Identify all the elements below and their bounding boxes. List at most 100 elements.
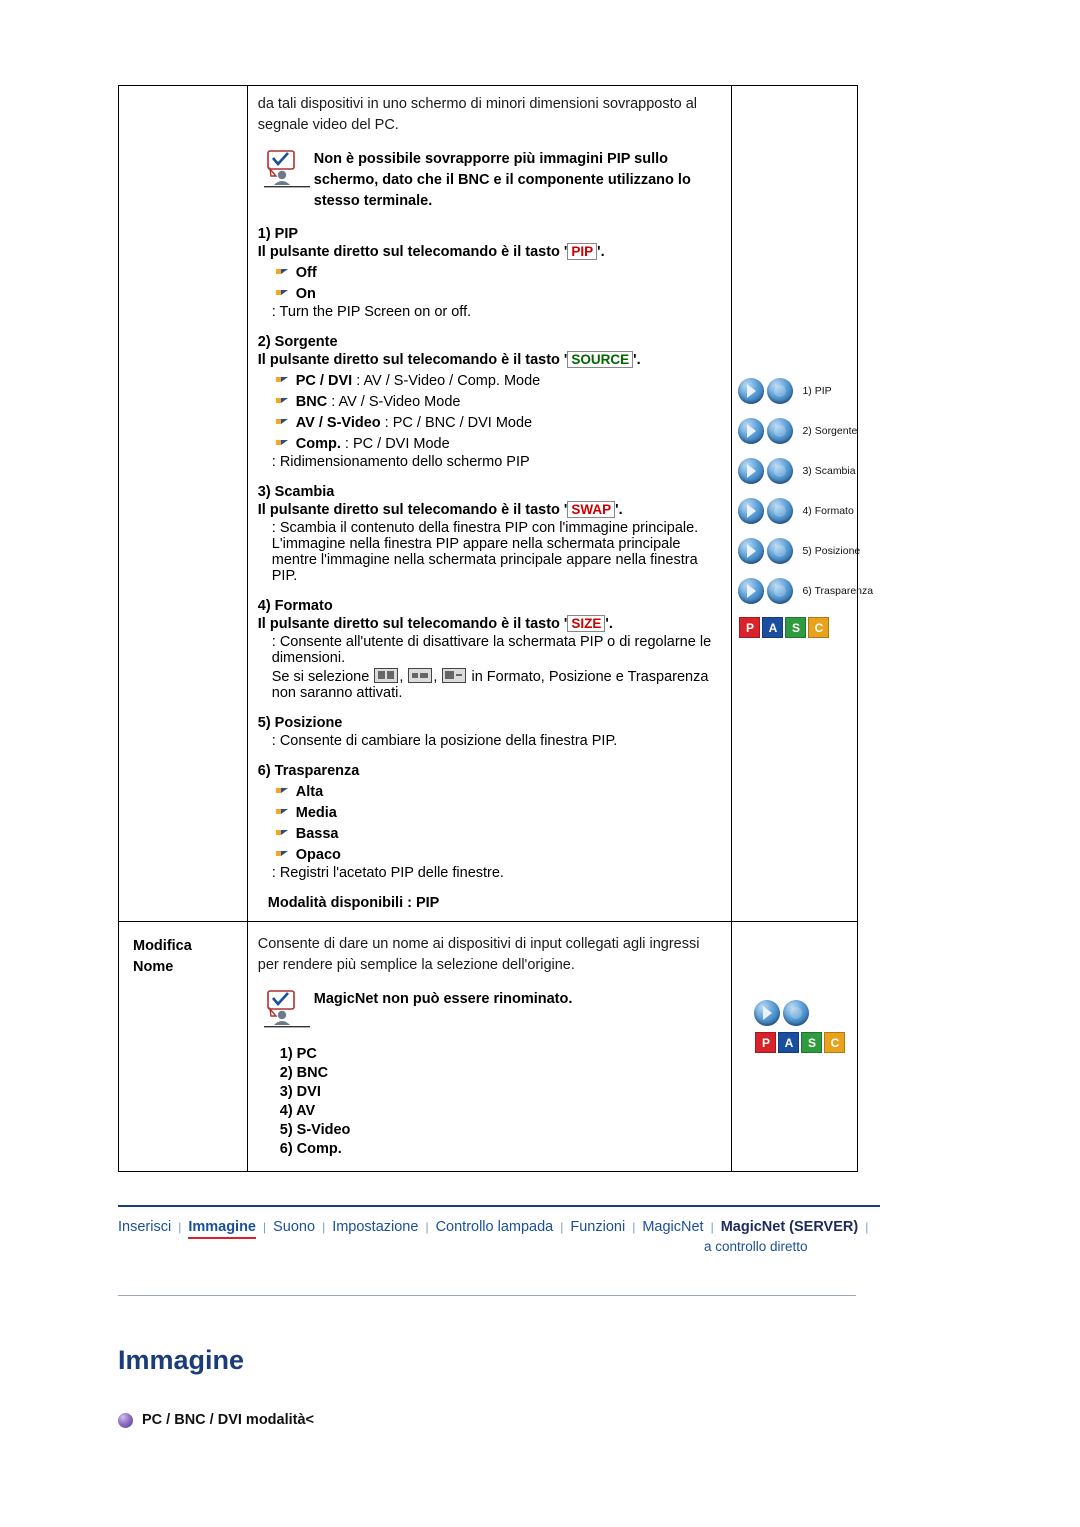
section-divider <box>118 1295 856 1296</box>
input-item-svideo: 5) S-Video <box>279 1122 351 1139</box>
sorgente-opt-label: BNC <box>295 394 328 411</box>
input-item-pc: 1) PC <box>279 1046 317 1063</box>
pip-option-off: Off <box>295 265 317 282</box>
nav-separator: | <box>425 1220 429 1234</box>
nav-separator: | <box>710 1220 714 1234</box>
arrow-bullet-icon <box>275 377 289 388</box>
osd-label: 4) Formato <box>802 505 854 517</box>
trasparenza-opt-media: Media <box>295 805 337 822</box>
sorgente-opt-text: : PC / BNC / DVI Mode <box>380 415 533 432</box>
nav-item-inserisci[interactable]: Inserisci <box>118 1219 171 1235</box>
pasc-s: S <box>801 1032 823 1054</box>
osd-play-orb-icon <box>738 458 765 484</box>
osd-play-orb-icon <box>738 578 765 604</box>
pip-direct-post: '. <box>597 244 605 261</box>
trasparenza-description: : Registri l'acetato PIP delle finestre. <box>271 865 504 882</box>
section-pip-heading: 1) PIP <box>257 226 299 243</box>
osd-orb-icon <box>783 1000 810 1027</box>
nav-items: Inserisci | Immagine | Suono | Impostazi… <box>118 1219 875 1239</box>
row-label-modifica-nome: Modifica Nome <box>119 922 247 978</box>
settings-table: da tali dispositivi in uno schermo di mi… <box>118 84 873 1173</box>
osd-orb-icon <box>767 418 794 444</box>
source-key-badge: SOURCE <box>567 351 634 369</box>
row-image-cell-pip: 1) PIP 2) Sorgente 3) Scambia 4) Formato… <box>731 84 873 923</box>
nav-separator: | <box>322 1220 326 1234</box>
osd-orb-icon <box>767 578 794 604</box>
section-sorgente-direct: Il pulsante diretto sul telecomando è il… <box>258 351 722 369</box>
osd-orb-icon <box>767 378 794 404</box>
nav-item-controllo-lampada[interactable]: Controllo lampada <box>436 1219 554 1235</box>
bullet-sphere-icon <box>118 1412 133 1428</box>
section-sorgente-heading: 2) Sorgente <box>257 334 338 351</box>
nav-separator: | <box>263 1220 267 1234</box>
pasc-p: P <box>755 1032 777 1054</box>
sorgente-opt-text: : PC / DVI Mode <box>340 436 450 453</box>
section-posizione-heading: 5) Posizione <box>257 715 343 732</box>
nav-divider <box>118 1205 880 1207</box>
osd-label: 3) Scambia <box>802 465 856 477</box>
list-item: Comp. : PC / DVI Mode <box>275 436 722 453</box>
formato-desc2-pre: Se si selezione <box>271 669 370 686</box>
nav-item-magicnet-server[interactable]: MagicNet (SERVER) <box>721 1219 859 1235</box>
scambia-direct-post: '. <box>615 502 623 519</box>
label-line-1: Modifica <box>133 938 192 955</box>
row-body-cell-modifica-nome: Consente di dare un nome ai dispositivi … <box>246 921 733 1173</box>
pasc-badge-group: P A S C <box>755 1032 847 1054</box>
pip-size-small-icon <box>442 668 467 684</box>
nav-separator: | <box>178 1220 182 1234</box>
nav-separator: | <box>865 1220 869 1234</box>
row-body-cell-pip: da tali dispositivi in uno schermo di mi… <box>246 84 733 923</box>
nav-item-funzioni[interactable]: Funzioni <box>570 1219 625 1235</box>
available-modes-text: Modalità disponibili : PIP <box>267 895 440 912</box>
scambia-description: : Scambia il contenuto della finestra PI… <box>271 520 699 585</box>
label-line-2: Nome <box>133 959 174 976</box>
pip-direct-pre: Il pulsante diretto sul telecomando è il… <box>257 244 568 261</box>
nav-item-impostazione[interactable]: Impostazione <box>332 1219 418 1235</box>
osd-play-orb-icon <box>754 1000 781 1027</box>
section-pip-direct: Il pulsante diretto sul telecomando è il… <box>257 243 722 261</box>
pasc-c: C <box>824 1032 846 1054</box>
formato-description-2: Se si selezione , , in Formato, Posizion… <box>271 668 709 702</box>
posizione-description: : Consente di cambiare la posizione dell… <box>271 733 618 750</box>
row-label-cell-modifica-nome: Modifica Nome <box>118 921 248 1173</box>
list-item: AV / S-Video : PC / BNC / DVI Mode <box>275 415 722 432</box>
arrow-bullet-icon <box>275 398 289 409</box>
nav-item-immagine[interactable]: Immagine <box>188 1219 256 1239</box>
arrow-bullet-icon <box>275 269 289 280</box>
nav-item-magicnet[interactable]: MagicNet <box>642 1219 703 1235</box>
note-block-magicnet: MagicNet non può essere rinominato. <box>263 987 722 1034</box>
osd-row: 5) Posizione <box>738 531 860 571</box>
list-item: PC / DVI : AV / S-Video / Comp. Mode <box>275 373 722 389</box>
pip-description: : Turn the PIP Screen on or off. <box>271 304 472 321</box>
arrow-bullet-icon <box>275 830 289 841</box>
list-item: On <box>275 286 722 302</box>
input-item-bnc: 2) BNC <box>279 1065 329 1082</box>
sorgente-opt-text: : AV / S-Video Mode <box>327 394 461 411</box>
osd-label: 6) Trasparenza <box>802 585 874 597</box>
page-root: da tali dispositivi in uno schermo di mi… <box>0 0 1080 1527</box>
osd-play-orb-icon <box>738 418 765 444</box>
row-label-empty <box>119 86 247 100</box>
arrow-bullet-icon <box>275 851 289 862</box>
list-item: Alta <box>275 784 722 801</box>
row-image-cell-modifica-nome: P A S C <box>731 921 858 1173</box>
input-item-comp: 6) Comp. <box>279 1141 342 1158</box>
note-text-pip: Non è possibile sovrapporre più immagini… <box>313 151 691 210</box>
note-icon <box>263 147 314 212</box>
table-row: Modifica Nome Consente di dare un nome a… <box>118 921 858 1173</box>
note-text-magicnet: MagicNet non può essere rinominato. <box>313 991 573 1008</box>
pip-key-badge: PIP <box>567 243 598 261</box>
osd-button-group: P A S C <box>754 1000 847 1054</box>
footer-nav: Inserisci | Immagine | Suono | Impostazi… <box>118 1205 880 1257</box>
list-item: Bassa <box>275 826 722 842</box>
sorgente-description: : Ridimensionamento dello schermo PIP <box>271 454 530 471</box>
section-formato-direct: Il pulsante diretto sul telecomando è il… <box>258 615 722 633</box>
nav-item-suono[interactable]: Suono <box>273 1219 315 1235</box>
list-item: BNC : AV / S-Video Mode <box>275 394 722 411</box>
input-item-av: 4) AV <box>279 1103 316 1120</box>
pasc-p: P <box>739 617 761 638</box>
trasparenza-opt-alta: Alta <box>295 784 324 801</box>
nav-separator: | <box>632 1220 636 1234</box>
list-item: Media <box>275 805 722 822</box>
pasc-c: C <box>808 617 830 638</box>
